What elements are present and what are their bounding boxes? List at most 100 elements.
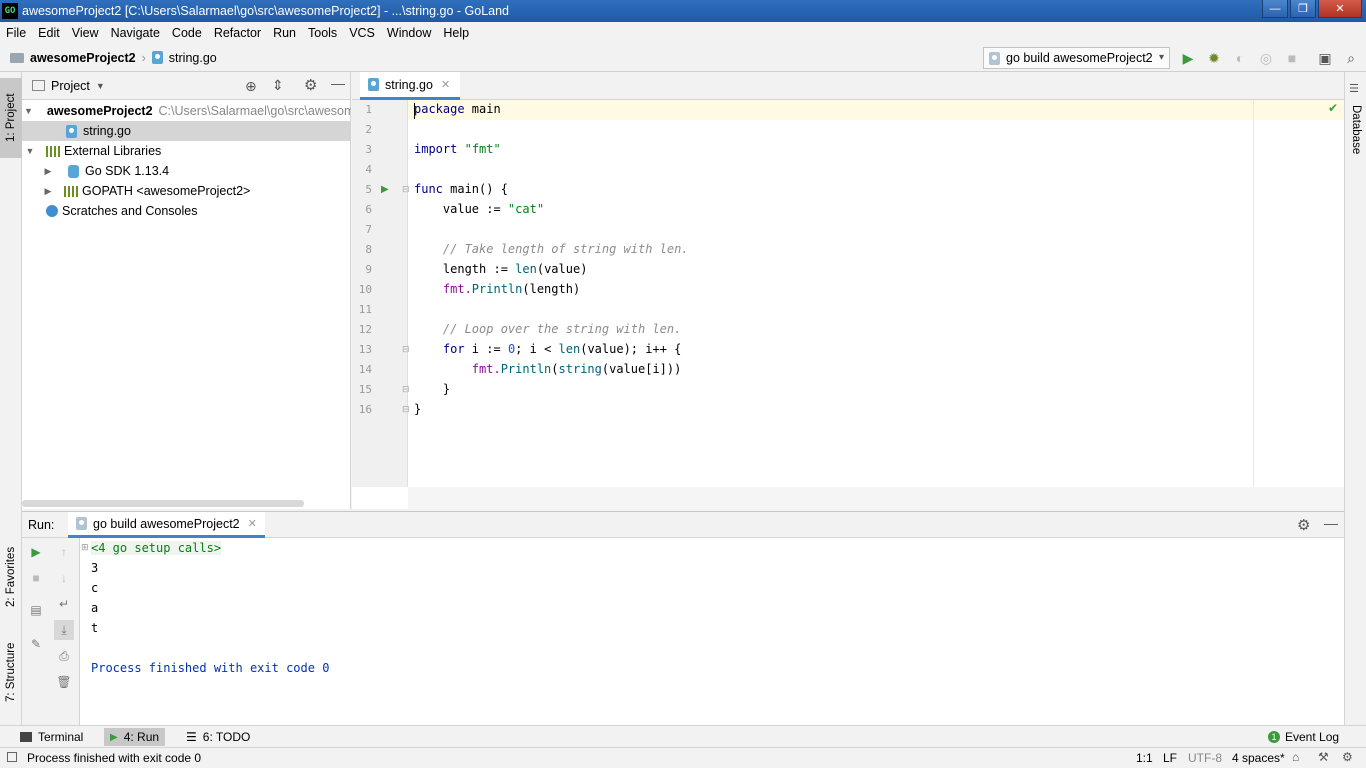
stop-icon[interactable]: ■ [26,568,46,588]
expand-icon[interactable]: ⊞ [81,542,89,553]
code-text: main [464,102,501,116]
trash-icon[interactable]: 🗑 [54,672,74,692]
stop-icon[interactable]: ■ [1283,49,1301,67]
rerun-icon[interactable]: ▶ [26,542,46,562]
library-icon [64,185,78,197]
caret-position[interactable]: 1:1 [1136,751,1153,765]
toggle-tool-windows-icon[interactable] [7,752,17,762]
lock-icon[interactable]: ⌂ [1292,750,1299,764]
run-icon: ▶ [110,731,118,743]
file-encoding[interactable]: UTF-8 [1188,751,1222,765]
menu-view[interactable]: View [66,26,105,40]
code-string: "fmt" [464,142,501,156]
tree-item-project-root[interactable]: ▼ awesomeProject2 C:\Users\Salarmael\go\… [22,101,351,121]
chevron-down-icon[interactable]: ▼ [96,81,105,91]
breadcrumb-file[interactable]: string.go [169,51,217,65]
editor-horizontal-scroll[interactable] [408,487,1344,509]
fold-icon[interactable]: ⊟ [402,184,410,195]
profile-icon[interactable]: ◎ [1257,49,1275,67]
menu-help[interactable]: Help [437,26,475,40]
tree-item-external-libraries[interactable]: ▼ External Libraries [22,141,351,161]
arrow-up-icon[interactable]: ↑ [54,542,74,562]
notifications-icon[interactable]: ⚙ [1342,750,1353,764]
tree-item-string-go[interactable]: string.go [22,121,351,141]
collapsed-arrow-icon[interactable]: ▶ [42,166,54,177]
code-text: main() { [442,182,508,196]
coverage-icon[interactable]: ◐ [1231,49,1249,67]
status-message[interactable]: Process finished with exit code 0 [27,751,201,765]
go-build-icon [989,51,1000,65]
tab-structure[interactable]: 7: Structure [0,632,22,712]
menu-code[interactable]: Code [166,26,208,40]
gear-icon[interactable]: ⚙ [304,76,317,94]
menu-refactor[interactable]: Refactor [208,26,267,40]
expanded-arrow-icon[interactable]: ▼ [24,106,33,116]
hide-icon[interactable]: — [1324,515,1338,531]
pin-tab-icon[interactable]: ✎ [26,634,46,654]
code-function: len [515,262,537,276]
code-comment: // Loop over the string with len. [414,322,682,336]
tab-database[interactable]: Database [1345,100,1366,160]
horizontal-scrollbar[interactable] [22,500,304,507]
editor-tab-string-go[interactable]: string.go ✕ [360,72,461,100]
go-file-icon [66,124,77,138]
hector-icon[interactable]: ⚒ [1318,750,1329,764]
hide-icon[interactable]: — [331,75,345,91]
line-number: 6 [365,203,372,216]
maximize-button[interactable]: ❐ [1290,0,1316,18]
gear-icon[interactable]: ⚙ [1297,516,1310,534]
fold-icon[interactable]: ⊟ [402,344,410,355]
debug-icon[interactable]: ✹ [1205,49,1223,67]
restore-layout-icon[interactable]: ▤ [26,600,46,620]
tab-project[interactable]: 1: Project [0,78,22,158]
run-icon[interactable]: ▶ [1179,49,1197,67]
run-gutter-icon[interactable]: ▶ [381,184,389,195]
menu-run[interactable]: Run [267,26,302,40]
database-icon: ☰ [1349,83,1359,95]
tree-item-go-sdk[interactable]: ▶ Go SDK 1.13.4 [22,161,351,181]
soft-wrap-icon[interactable]: ↵ [54,594,74,614]
setup-calls-fold[interactable]: <4 go setup calls> [91,541,222,555]
code-text: (value); i++ { [580,342,682,356]
menu-window[interactable]: Window [381,26,437,40]
code-line: package main [414,102,501,116]
inspection-ok-icon[interactable]: ✔ [1328,101,1338,115]
menu-bar: File Edit View Navigate Code Refactor Ru… [0,22,1366,44]
close-tab-icon[interactable]: ✕ [248,517,257,530]
collapsed-arrow-icon[interactable]: ▶ [42,186,54,197]
run-tab[interactable]: go build awesomeProject2 ✕ [68,512,265,538]
indent-setting[interactable]: 4 spaces* [1232,751,1285,765]
project-panel-title[interactable]: Project [51,79,90,93]
fold-icon[interactable]: ⊟ [402,404,410,415]
collapse-all-icon[interactable]: ⇕ [272,77,284,94]
todo-tab[interactable]: ☰ 6: TODO [180,728,256,746]
menu-file[interactable]: File [0,26,32,40]
run-configuration-select[interactable]: go build awesomeProject2 ▾ [983,47,1170,69]
menu-vcs[interactable]: VCS [343,26,381,40]
code-keyword: import [414,142,458,156]
print-icon[interactable]: ⎙ [54,646,74,666]
tree-item-scratches[interactable]: Scratches and Consoles [22,201,351,221]
expanded-arrow-icon[interactable]: ▼ [24,146,36,156]
line-number-gutter[interactable]: 1 2 3 4 5 6 7 8 9 10 11 12 13 14 15 16 ▶… [352,100,410,487]
close-tab-icon[interactable]: ✕ [441,78,450,91]
fold-icon[interactable]: ⊟ [402,384,410,395]
terminal-tab[interactable]: Terminal [14,728,89,746]
tree-item-gopath[interactable]: ▶ GOPATH <awesomeProject2> [22,181,351,201]
line-separator[interactable]: LF [1163,751,1177,765]
scroll-to-end-icon[interactable]: ⤓ [54,620,74,640]
menu-navigate[interactable]: Navigate [105,26,166,40]
menu-edit[interactable]: Edit [32,26,66,40]
run-tool-tab[interactable]: ▶ 4: Run [104,728,166,746]
minimize-button[interactable]: — [1262,0,1288,18]
tab-favorites[interactable]: 2: Favorites [0,537,22,617]
locate-icon[interactable]: ⊕ [245,78,257,95]
menu-tools[interactable]: Tools [302,26,343,40]
layout-icon[interactable]: ▣ [1316,49,1334,67]
breadcrumb-project[interactable]: awesomeProject2 [30,51,136,65]
search-icon[interactable]: ⌕ [1342,49,1360,67]
close-button[interactable]: ✕ [1318,0,1362,18]
event-log-tab[interactable]: 1 Event Log [1262,728,1345,746]
arrow-down-icon[interactable]: ↓ [54,568,74,588]
tool-window-bar: Terminal ▶ 4: Run ☰ 6: TODO 1 Event Log [0,725,1366,747]
